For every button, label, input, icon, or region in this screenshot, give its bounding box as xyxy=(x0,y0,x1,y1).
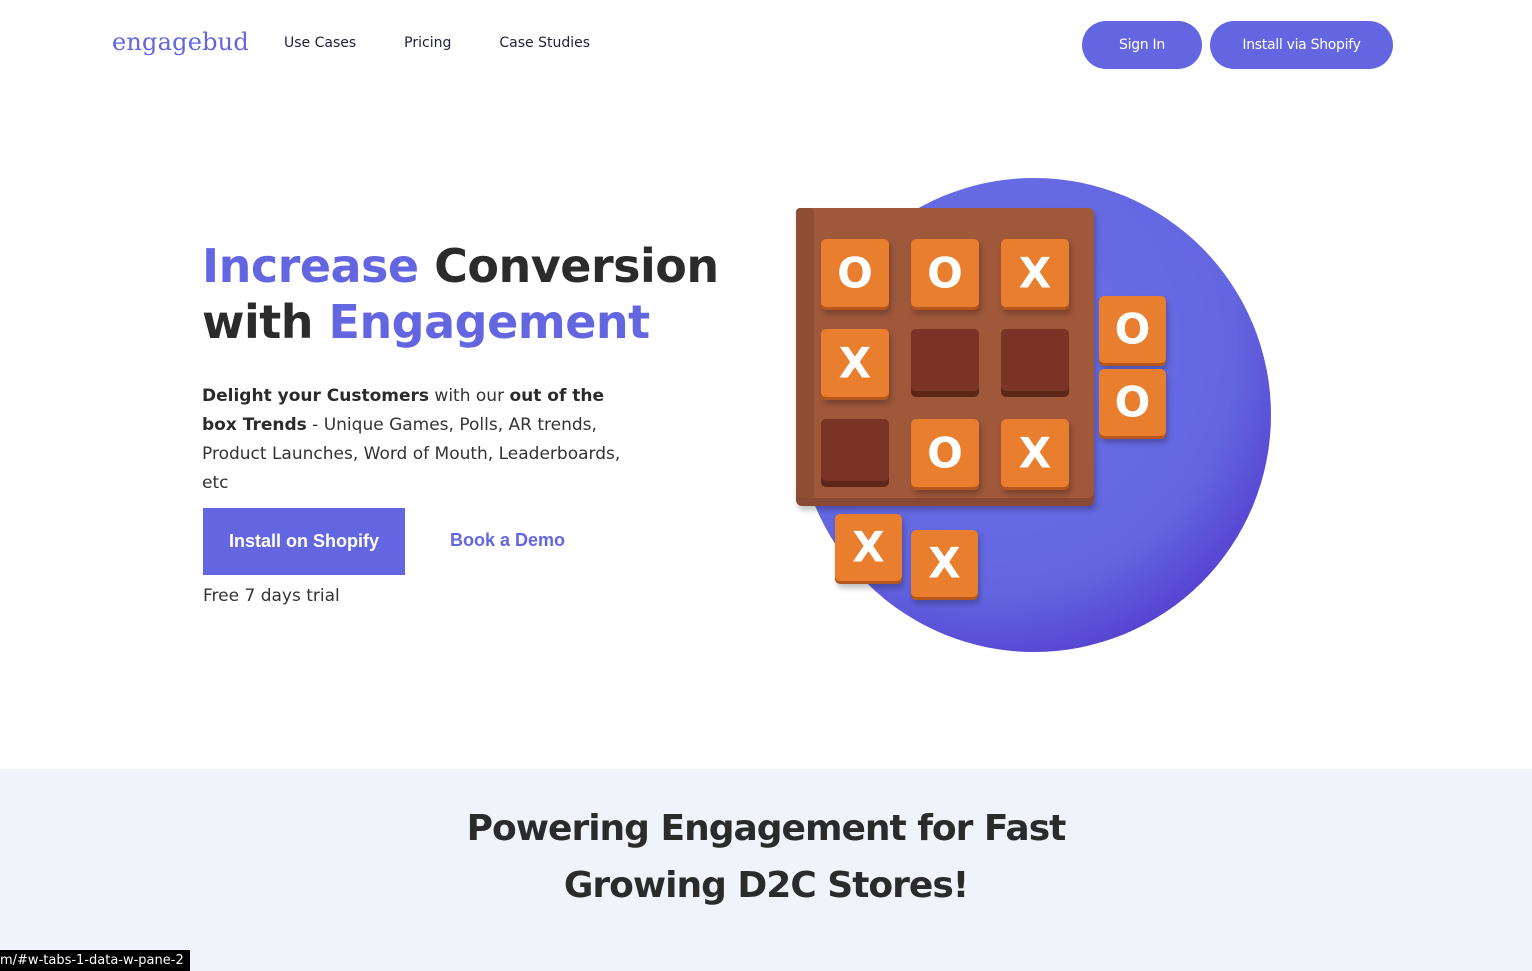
tile-symbol-o: O xyxy=(927,248,963,297)
nav-links: Use Cases Pricing Case Studies xyxy=(284,35,590,51)
bottom-tile-1: X xyxy=(911,530,978,600)
trial-note: Free 7 days trial xyxy=(203,586,340,606)
tile-symbol-x: X xyxy=(839,338,871,387)
powering-title: Powering Engagement for Fast Growing D2C … xyxy=(0,800,1532,914)
side-tile-0: O xyxy=(1099,296,1166,366)
empty-cell-1-1 xyxy=(911,329,979,397)
board-tile-0-1: O xyxy=(911,239,979,310)
install-shopify-nav-button[interactable]: Install via Shopify xyxy=(1210,21,1393,69)
hero-title-word-engagement: Engagement xyxy=(328,295,651,349)
board-tile-0-0: O xyxy=(821,239,889,310)
hero-title-word-with: with xyxy=(202,295,329,349)
bottom-tile-0: X xyxy=(835,514,902,584)
powering-line-1: Powering Engagement for Fast xyxy=(466,808,1067,849)
book-demo-link[interactable]: Book a Demo xyxy=(450,530,565,551)
tile-symbol-x: X xyxy=(928,539,960,588)
nav-pricing[interactable]: Pricing xyxy=(404,35,451,51)
powering-line-2: Growing D2C Stores! xyxy=(563,865,969,906)
nav-case-studies[interactable]: Case Studies xyxy=(499,35,590,51)
tic-tac-toe-illustration: OOXXOXOOXX xyxy=(780,170,1280,660)
tile-symbol-x: X xyxy=(1019,428,1051,477)
board-tile-0-2: X xyxy=(1001,239,1069,310)
hero-desc-bold-1: Delight your Customers xyxy=(202,386,430,406)
side-tile-1: O xyxy=(1099,369,1166,439)
empty-cell-1-2 xyxy=(1001,329,1069,397)
hero-title-word-increase: Increase xyxy=(202,239,419,293)
hero-title: Increase Conversion with Engagement xyxy=(202,238,742,350)
status-bar-url: m/#w-tabs-1-data-w-pane-2 xyxy=(0,950,190,971)
sign-in-button[interactable]: Sign In xyxy=(1082,21,1202,69)
hero-desc-text-1: with our xyxy=(429,386,510,406)
board-tile-1-0: X xyxy=(821,329,889,400)
board-tile-2-2: X xyxy=(1001,419,1069,490)
tile-symbol-o: O xyxy=(927,428,963,477)
nav-use-cases[interactable]: Use Cases xyxy=(284,35,356,51)
install-on-shopify-button[interactable]: Install on Shopify xyxy=(203,508,405,575)
hero-title-word-conversion: Conversion xyxy=(418,239,719,293)
tile-symbol-o: O xyxy=(1115,378,1151,427)
logo[interactable]: engagebud xyxy=(112,28,249,56)
tile-symbol-x: X xyxy=(852,523,884,572)
board-tile-2-1: O xyxy=(911,419,979,490)
empty-cell-2-0 xyxy=(821,419,889,487)
tic-tac-toe-graphic: O O XXO XOOX X xyxy=(796,178,1271,652)
navbar: engagebud Use Cases Pricing Case Studies… xyxy=(0,0,1532,90)
hero-description: Delight your Customers with our out of t… xyxy=(202,382,642,498)
tile-symbol-x: X xyxy=(1019,248,1051,297)
tile-symbol-o: O xyxy=(1115,305,1151,354)
tile-symbol-o: O xyxy=(837,248,873,297)
